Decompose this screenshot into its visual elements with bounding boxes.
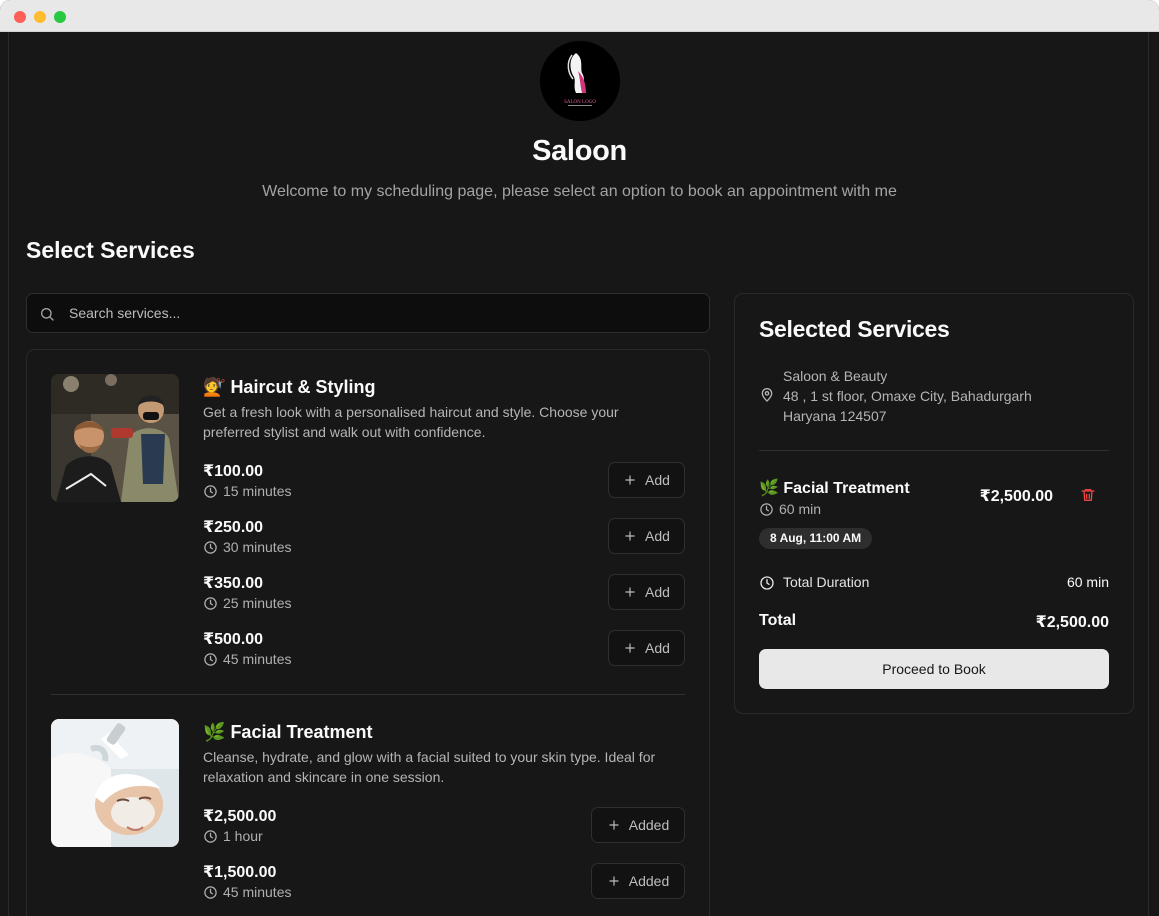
added-button[interactable]: Added: [591, 807, 685, 843]
service-description-haircut: Get a fresh look with a personalised hai…: [203, 404, 619, 440]
clock-icon: [204, 540, 217, 554]
added-button[interactable]: Added: [591, 863, 685, 899]
search-box: [26, 293, 710, 333]
total-value: ₹2,500.00: [1035, 614, 1109, 631]
option-duration: 30 minutes: [203, 539, 291, 555]
welcome-message: Welcome to my scheduling page, please se…: [262, 183, 897, 200]
salon-logo-icon: SALON LOGO: [540, 41, 620, 121]
clock-icon: [760, 502, 773, 516]
option-price: ₹1,500.00: [203, 864, 277, 881]
browser-window: SALON LOGO Saloon Welcome to my scheduli…: [0, 0, 1159, 916]
service-divider: [51, 694, 685, 695]
option-price: ₹100.00: [203, 463, 264, 480]
add-button[interactable]: Add: [608, 630, 685, 666]
business-address: Saloon & Beauty 48 , 1 st floor, Omaxe C…: [783, 368, 1032, 424]
appointment-slot-badge: 8 Aug, 11:00 AM: [759, 528, 873, 549]
selected-services-heading: Selected Services: [759, 316, 950, 342]
plus-icon: [609, 876, 619, 886]
plus-icon: [625, 587, 635, 597]
selected-services-panel: Selected Services Saloon & Beauty 48 , 1…: [734, 293, 1134, 714]
herb-emoji-icon: 🌿: [759, 480, 779, 497]
select-services-heading: Select Services: [26, 237, 195, 263]
trash-icon[interactable]: [1080, 487, 1096, 503]
selected-item-duration: 60 min: [759, 501, 821, 517]
plus-icon: [625, 531, 635, 541]
add-button[interactable]: Add: [608, 574, 685, 610]
clock-icon: [204, 484, 217, 498]
service-description-facial: Cleanse, hydrate, and glow with a facial…: [203, 749, 656, 785]
add-button[interactable]: Add: [608, 462, 685, 498]
facial-service-image: [51, 719, 179, 847]
clock-icon: [204, 652, 217, 666]
option-price: ₹500.00: [203, 631, 264, 648]
plus-icon: [625, 475, 635, 485]
clock-icon: [760, 576, 774, 590]
add-button[interactable]: Add: [608, 518, 685, 554]
option-price: ₹250.00: [203, 519, 264, 536]
option-duration: 1 hour: [203, 828, 263, 844]
herb-emoji-icon: 🌿: [203, 722, 226, 742]
option-price: ₹350.00: [203, 575, 264, 592]
window-close-button[interactable]: [14, 11, 26, 23]
brand-logo: SALON LOGO: [540, 41, 620, 121]
haircut-emoji-icon: 💇: [203, 377, 226, 397]
proceed-to-book-button[interactable]: Proceed to Book: [759, 649, 1109, 689]
total-duration-value: 60 min: [1066, 574, 1109, 590]
option-price: ₹2,500.00: [203, 808, 277, 825]
plus-icon: [625, 643, 635, 653]
service-title-facial: 🌿 Facial Treatment: [203, 722, 373, 742]
map-pin-icon: [761, 388, 773, 402]
window-maximize-button[interactable]: [54, 11, 66, 23]
option-duration: 45 minutes: [203, 884, 291, 900]
window-titlebar: [0, 0, 1159, 32]
window-minimize-button[interactable]: [34, 11, 46, 23]
option-duration: 25 minutes: [203, 595, 291, 611]
services-list: 💇 Haircut & Styling Get a fresh look wit…: [26, 349, 710, 916]
search-icon: [41, 308, 54, 321]
clock-icon: [204, 829, 217, 843]
selected-item-name: 🌿 Facial Treatment: [759, 480, 910, 497]
total-duration-label: Total Duration: [783, 574, 870, 590]
summary-divider: [759, 450, 1109, 451]
plus-icon: [609, 820, 619, 830]
haircut-service-image: [51, 374, 179, 502]
total-label: Total: [759, 612, 797, 629]
service-title-haircut: 💇 Haircut & Styling: [203, 377, 376, 397]
option-duration: 15 minutes: [203, 483, 291, 499]
option-duration: 45 minutes: [203, 651, 291, 667]
page-title: Saloon: [532, 135, 627, 167]
booking-page: SALON LOGO Saloon Welcome to my scheduli…: [8, 32, 1149, 916]
logo-text: SALON LOGO: [564, 100, 596, 105]
clock-icon: [204, 596, 217, 610]
selected-item-price: ₹2,500.00: [979, 488, 1053, 505]
search-input[interactable]: [67, 294, 697, 332]
clock-icon: [204, 885, 217, 899]
